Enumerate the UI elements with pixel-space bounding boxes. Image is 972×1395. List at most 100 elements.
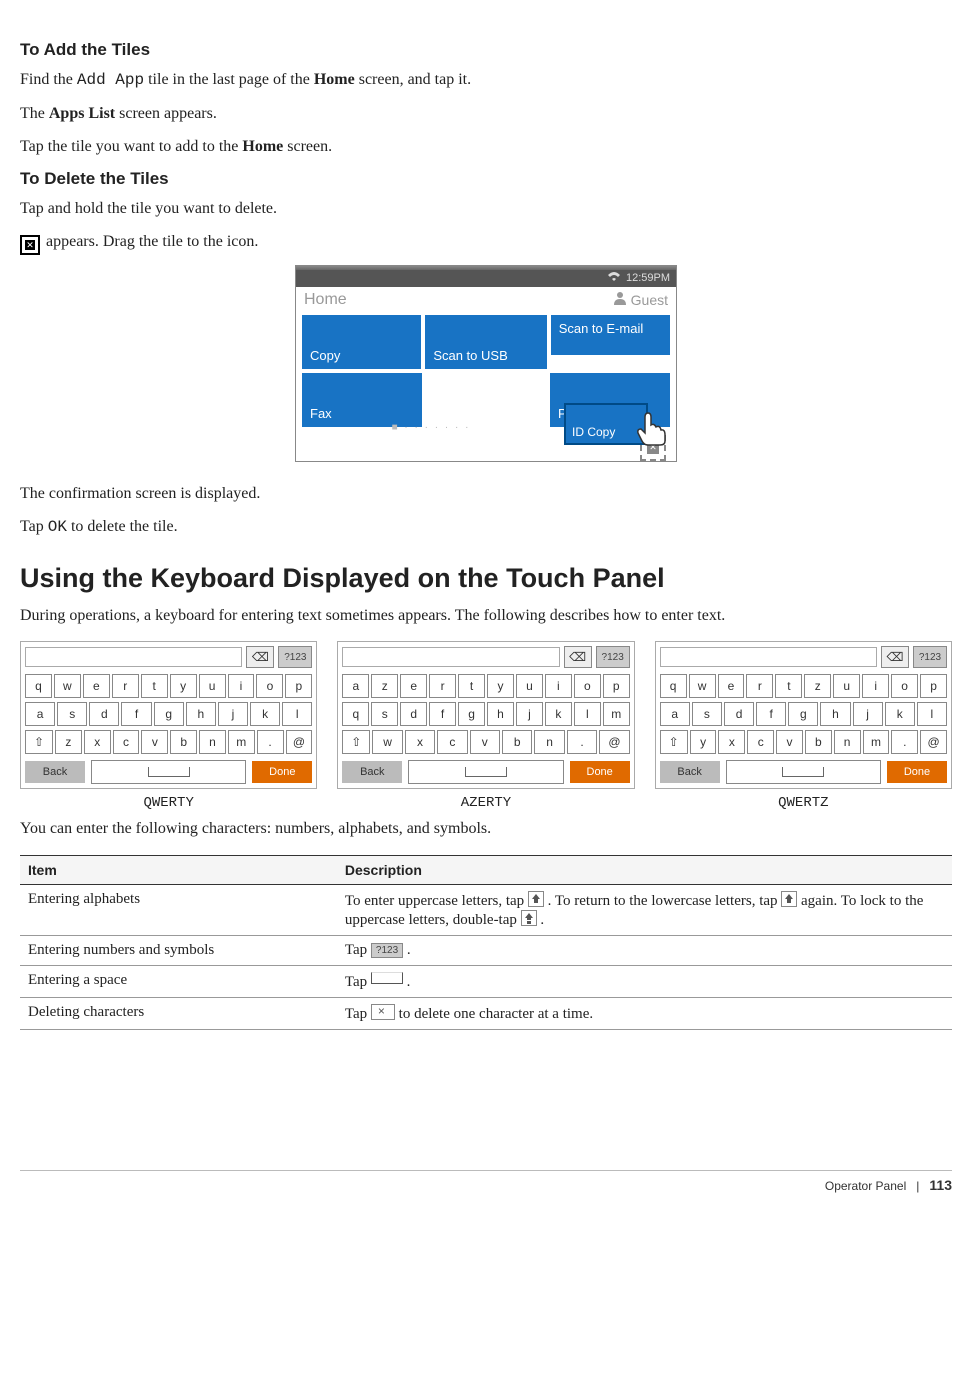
tile-fax[interactable]: Fax [302, 373, 422, 427]
key-@[interactable]: @ [599, 730, 629, 754]
key-t[interactable]: t [458, 674, 485, 698]
key-i[interactable]: i [862, 674, 889, 698]
key-p[interactable]: p [920, 674, 947, 698]
key-u[interactable]: u [199, 674, 226, 698]
key-x[interactable]: x [718, 730, 745, 754]
space-key[interactable] [408, 760, 563, 784]
key-s[interactable]: s [371, 702, 398, 726]
space-key[interactable] [726, 760, 881, 784]
key-w[interactable]: w [372, 730, 402, 754]
back-button[interactable]: Back [660, 761, 720, 783]
key-g[interactable]: g [788, 702, 818, 726]
key-c[interactable]: c [747, 730, 774, 754]
key-z[interactable]: z [55, 730, 82, 754]
key-d[interactable]: d [400, 702, 427, 726]
numeric-toggle[interactable]: ?123 [596, 646, 630, 668]
key-w[interactable]: w [54, 674, 81, 698]
key-v[interactable]: v [776, 730, 803, 754]
key-z[interactable]: z [804, 674, 831, 698]
key-c[interactable]: c [113, 730, 140, 754]
key-y[interactable]: y [690, 730, 717, 754]
key-n[interactable]: n [834, 730, 861, 754]
key-g[interactable]: g [458, 702, 485, 726]
shift-key[interactable]: ⇧ [25, 730, 53, 754]
key-s[interactable]: s [692, 702, 722, 726]
key-b[interactable]: b [170, 730, 197, 754]
tile-copy[interactable]: Copy [302, 315, 421, 369]
key-p[interactable]: p [285, 674, 312, 698]
done-button[interactable]: Done [887, 761, 947, 783]
key-@[interactable]: @ [920, 730, 947, 754]
key-w[interactable]: w [689, 674, 716, 698]
key-b[interactable]: b [805, 730, 832, 754]
key-r[interactable]: r [746, 674, 773, 698]
key-e[interactable]: e [718, 674, 745, 698]
key-a[interactable]: a [342, 674, 369, 698]
key-j[interactable]: j [218, 702, 248, 726]
backspace-key[interactable]: ⌫ [881, 646, 909, 668]
key-n[interactable]: n [199, 730, 226, 754]
key-d[interactable]: d [89, 702, 119, 726]
key-k[interactable]: k [545, 702, 572, 726]
key-h[interactable]: h [820, 702, 850, 726]
key-z[interactable]: z [371, 674, 398, 698]
key-q[interactable]: q [660, 674, 687, 698]
key-.[interactable]: . [567, 730, 597, 754]
key-v[interactable]: v [141, 730, 168, 754]
key-n[interactable]: n [534, 730, 564, 754]
numeric-toggle[interactable]: ?123 [278, 646, 312, 668]
key-.[interactable]: . [891, 730, 918, 754]
key-e[interactable]: e [400, 674, 427, 698]
key-f[interactable]: f [756, 702, 786, 726]
key-o[interactable]: o [891, 674, 918, 698]
key-f[interactable]: f [121, 702, 151, 726]
key-f[interactable]: f [429, 702, 456, 726]
key-h[interactable]: h [487, 702, 514, 726]
key-b[interactable]: b [502, 730, 532, 754]
tile-scan-email[interactable]: Scan to E-mail [551, 315, 670, 355]
key-l[interactable]: l [917, 702, 947, 726]
key-c[interactable]: c [437, 730, 467, 754]
key-u[interactable]: u [516, 674, 543, 698]
done-button[interactable]: Done [570, 761, 630, 783]
key-s[interactable]: s [57, 702, 87, 726]
back-button[interactable]: Back [342, 761, 402, 783]
key-h[interactable]: h [186, 702, 216, 726]
shift-key[interactable]: ⇧ [342, 730, 370, 754]
text-input[interactable] [25, 647, 242, 667]
key-k[interactable]: k [250, 702, 280, 726]
key-r[interactable]: r [112, 674, 139, 698]
key-.[interactable]: . [257, 730, 284, 754]
key-o[interactable]: o [256, 674, 283, 698]
key-x[interactable]: x [405, 730, 435, 754]
key-r[interactable]: r [429, 674, 456, 698]
key-t[interactable]: t [775, 674, 802, 698]
key-i[interactable]: i [545, 674, 572, 698]
tile-scan-usb[interactable]: Scan to USB [425, 315, 546, 369]
key-o[interactable]: o [574, 674, 601, 698]
space-key[interactable] [91, 760, 246, 784]
key-l[interactable]: l [574, 702, 601, 726]
done-button[interactable]: Done [252, 761, 312, 783]
backspace-key[interactable]: ⌫ [246, 646, 274, 668]
shift-key[interactable]: ⇧ [660, 730, 688, 754]
text-input[interactable] [342, 647, 559, 667]
key-j[interactable]: j [853, 702, 883, 726]
key-m[interactable]: m [863, 730, 890, 754]
text-input[interactable] [660, 647, 877, 667]
key-u[interactable]: u [833, 674, 860, 698]
key-@[interactable]: @ [286, 730, 313, 754]
key-q[interactable]: q [342, 702, 369, 726]
key-g[interactable]: g [154, 702, 184, 726]
numeric-toggle[interactable]: ?123 [913, 646, 947, 668]
key-a[interactable]: a [25, 702, 55, 726]
key-m[interactable]: m [603, 702, 630, 726]
key-j[interactable]: j [516, 702, 543, 726]
key-y[interactable]: y [170, 674, 197, 698]
key-k[interactable]: k [885, 702, 915, 726]
key-p[interactable]: p [603, 674, 630, 698]
key-t[interactable]: t [141, 674, 168, 698]
key-x[interactable]: x [84, 730, 111, 754]
key-e[interactable]: e [83, 674, 110, 698]
key-a[interactable]: a [660, 702, 690, 726]
